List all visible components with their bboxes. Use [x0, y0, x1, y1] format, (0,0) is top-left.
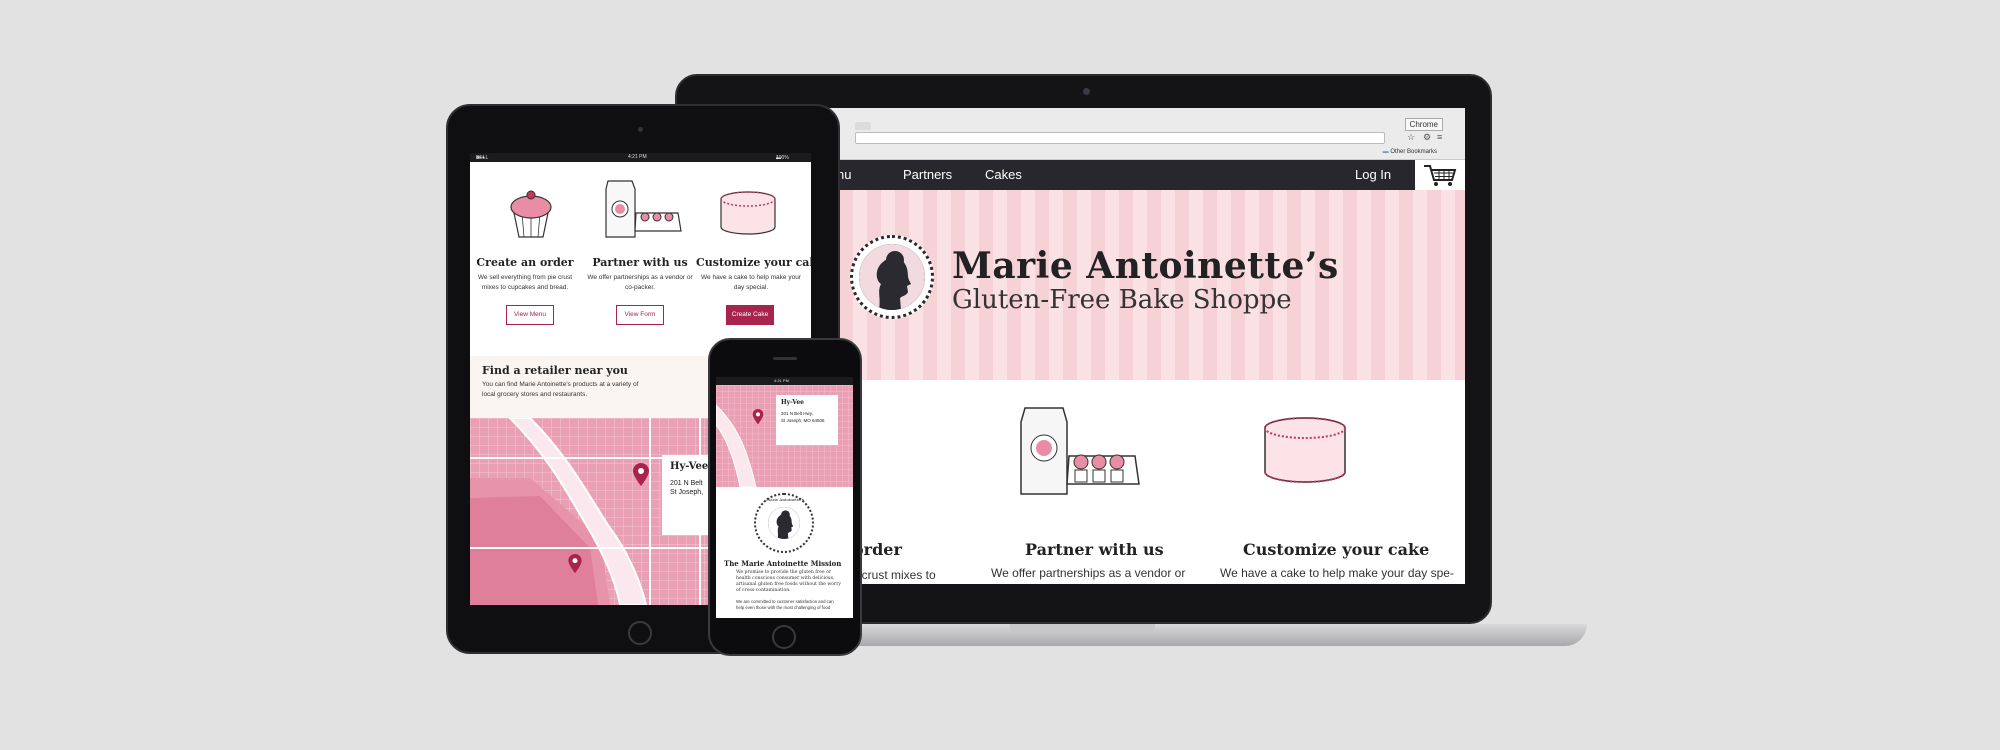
login-link[interactable]: Log In	[1355, 167, 1391, 182]
tablet-feature-title-order: Create an order	[476, 256, 574, 269]
laptop-notch	[1010, 624, 1155, 634]
partner-illustration-tablet	[605, 180, 682, 238]
retailer-title: Find a retailer near you	[482, 364, 628, 377]
cake-illustration-tablet	[720, 191, 776, 235]
cart-button[interactable]	[1415, 160, 1465, 190]
hero-banner: Marie Antoinette’s Gluten-Free Bake Shop…	[825, 190, 1465, 380]
phone-screen: 4:21 PM Hy-Vee 201 N Belt Hwy, St Joseph…	[716, 377, 853, 618]
feature-text-partner: We offer partnerships as a vendor or	[991, 566, 1186, 580]
phone-map-card[interactable]: Hy-Vee 201 N Belt Hwy, St Joseph, MO 645…	[776, 395, 838, 445]
partner-illustration	[1020, 407, 1140, 495]
cart-icon	[1424, 165, 1457, 186]
view-menu-button[interactable]: View Menu	[506, 305, 554, 325]
tablet-feature-text-cake: We have a cake to help make your day spe…	[701, 274, 801, 291]
map-pin-icon[interactable]	[567, 554, 583, 579]
tablet-feature-text-partner: We offer partnerships as a vendor or co-…	[587, 274, 693, 291]
silhouette-icon	[859, 244, 925, 310]
site-nav: Menu Partners Cakes Log In	[825, 160, 1415, 190]
laptop-camera	[1083, 88, 1090, 95]
browser-tab[interactable]	[855, 122, 871, 130]
browser-chrome: Chrome ☆ ⚙ ≡ ▬ Other Bookmarks	[825, 108, 1465, 160]
phone-logo-seal: Marie Antoinette's	[754, 493, 814, 553]
create-cake-button[interactable]: Create Cake	[726, 305, 774, 325]
tablet-feature-title-cake: Customize your cake	[696, 256, 811, 269]
tablet-feature-title-partner: Partner with us	[592, 256, 688, 269]
bookmarks-folder[interactable]: ▬ Other Bookmarks	[1383, 149, 1437, 155]
laptop-screen: Chrome ☆ ⚙ ≡ ▬ Other Bookmarks Menu Part…	[825, 108, 1465, 584]
tablet-camera	[638, 127, 643, 132]
nav-cakes[interactable]: Cakes	[985, 167, 1022, 182]
feature-title-partner: Partner with us	[1025, 540, 1164, 559]
feature-text-cake: We have a cake to help make your day spe…	[1220, 566, 1454, 580]
mission-title: The Marie Antoinette Mission	[724, 559, 842, 568]
view-form-button[interactable]: View Form	[616, 305, 664, 325]
mission-text: We promise to provide the gluten free or…	[736, 570, 842, 593]
map-pin-icon[interactable]	[632, 463, 650, 492]
phone-speaker	[773, 357, 797, 360]
menu-icon[interactable]: ≡	[1437, 132, 1442, 142]
address-bar[interactable]	[855, 132, 1385, 144]
folder-icon: ▬	[1382, 149, 1389, 155]
cupcake-illustration-tablet	[510, 190, 552, 238]
silhouette-icon	[768, 507, 800, 539]
mission-text-2: We are committed to customer satisfactio…	[736, 599, 834, 610]
gear-icon[interactable]: ⚙	[1423, 132, 1431, 143]
phone-map[interactable]: Hy-Vee 201 N Belt Hwy, St Joseph, MO 645…	[716, 385, 853, 487]
nav-partners[interactable]: Partners	[903, 167, 952, 182]
tablet-status-bar: ••••• BELL ≋ 4:21 PM ᛒ 100% ▬	[470, 153, 811, 162]
phone-status-bar: 4:21 PM	[716, 377, 853, 385]
phone-home-button[interactable]	[772, 625, 796, 649]
tablet-home-button[interactable]	[628, 621, 652, 645]
feature-title-cake: Customize your cake	[1243, 540, 1430, 559]
cake-illustration	[1264, 417, 1346, 483]
logo-seal	[850, 235, 934, 319]
retailer-text: You can find Marie Antoinette's products…	[482, 381, 639, 398]
star-icon[interactable]: ☆	[1407, 132, 1415, 143]
battery-icon: ▬	[776, 155, 781, 161]
wifi-icon: ≋	[476, 155, 481, 161]
hero-subtitle: Gluten-Free Bake Shoppe	[952, 285, 1292, 315]
phone-map-pin-icon[interactable]	[752, 409, 764, 430]
tablet-feature-text-order: We sell everything from pie crust mixes …	[477, 274, 573, 291]
chrome-window-button[interactable]: Chrome	[1404, 118, 1443, 131]
hero-title: Marie Antoinette’s	[952, 245, 1339, 287]
feature-text-order: ie crust mixes to	[849, 568, 936, 582]
